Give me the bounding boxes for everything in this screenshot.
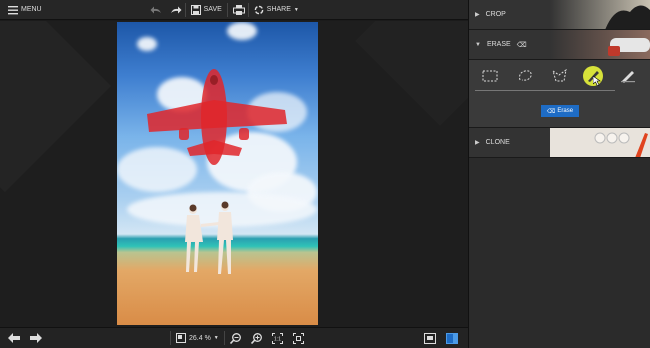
filmstrip-toggle-button[interactable] <box>419 328 441 348</box>
previous-image-button[interactable] <box>0 328 25 348</box>
rectangle-select-icon <box>482 70 498 82</box>
image-canvas[interactable] <box>0 21 468 327</box>
couple-figure <box>185 201 233 274</box>
fit-screen-icon <box>292 332 304 344</box>
share-button[interactable]: SHARE ▼ <box>249 0 304 20</box>
top-toolbar: MENU SAVE SHARE ▼ <box>0 0 468 20</box>
tool-divider <box>475 90 615 91</box>
polygon-select-tool[interactable] <box>549 65 571 87</box>
chevron-down-icon: ▼ <box>293 6 299 13</box>
save-label: SAVE <box>203 6 222 13</box>
right-sidebar: ▶ CROP ▼ ERASE ⌫ ⌫ Erase ▶ CLONE <box>468 0 650 348</box>
menu-button[interactable]: MENU <box>0 0 47 20</box>
crop-label: CROP <box>485 11 506 18</box>
crop-preview-image <box>550 0 650 29</box>
arrow-left-icon <box>8 333 20 343</box>
filmstrip-icon <box>424 332 436 344</box>
menu-label: MENU <box>21 6 42 13</box>
image-frame-icon <box>176 333 186 343</box>
lasso-select-icon <box>519 70 532 81</box>
crop-section-header[interactable]: ▶ CROP <box>469 0 650 30</box>
eraser-brush-tool[interactable] <box>617 65 639 87</box>
chevron-down-icon: ▼ <box>213 335 219 341</box>
share-icon <box>254 5 264 15</box>
actual-size-icon: 1:1 <box>271 332 283 344</box>
svg-text:1:1: 1:1 <box>274 336 281 342</box>
erase-tools-panel: ⌫ Erase <box>469 60 650 128</box>
sidebar-toggle-button[interactable] <box>441 328 468 348</box>
cloud <box>137 37 157 51</box>
erase-button[interactable]: ⌫ Erase <box>541 105 579 117</box>
undo-icon <box>150 5 161 15</box>
save-button[interactable]: SAVE <box>186 0 227 20</box>
eraser-icon: ⌫ <box>546 108 556 115</box>
arrow-right-icon <box>30 333 42 343</box>
floppy-disk-icon <box>190 4 201 15</box>
zoom-value: 26.4 % <box>189 334 211 342</box>
clone-preview-image <box>550 128 650 157</box>
polygon-select-icon <box>552 69 567 82</box>
mouse-cursor-icon <box>593 76 601 86</box>
undo-button[interactable] <box>145 0 165 20</box>
clone-section-header[interactable]: ▶ CLONE <box>469 128 650 158</box>
eraser-brush-icon <box>621 71 635 83</box>
clone-label: CLONE <box>485 139 510 146</box>
erase-button-label: Erase <box>557 108 574 114</box>
zoom-control[interactable]: 26.4 % ▼ <box>171 328 224 348</box>
print-button[interactable] <box>228 0 248 20</box>
share-label: SHARE <box>266 6 291 13</box>
lasso-select-tool[interactable] <box>514 65 536 87</box>
rectangle-select-tool[interactable] <box>479 65 501 87</box>
hamburger-icon <box>8 5 18 15</box>
fit-to-screen-button[interactable] <box>288 328 309 348</box>
sidebar-panel-icon <box>446 332 458 344</box>
redo-button[interactable] <box>165 0 185 20</box>
next-image-button[interactable] <box>25 328 47 348</box>
erase-section-header[interactable]: ▼ ERASE ⌫ <box>469 30 650 60</box>
photo[interactable] <box>117 22 318 325</box>
zoom-in-button[interactable] <box>246 328 267 348</box>
cloud <box>227 22 257 40</box>
erase-preview-image <box>550 30 650 59</box>
eraser-section-icon: ⌫ <box>516 41 527 49</box>
bottom-bar: 26.4 % ▼ 1:1 <box>0 327 468 348</box>
zoom-out-icon <box>229 332 241 344</box>
printer-icon <box>232 4 245 15</box>
redo-icon <box>170 5 182 15</box>
background-decoration <box>355 21 468 126</box>
chevron-right-icon: ▶ <box>475 12 480 18</box>
chevron-down-icon: ▼ <box>475 41 481 48</box>
zoom-out-button[interactable] <box>225 328 246 348</box>
erase-label: ERASE <box>486 41 511 48</box>
zoom-in-icon <box>250 332 262 344</box>
chevron-right-icon: ▶ <box>475 140 480 146</box>
background-decoration <box>0 21 112 193</box>
actual-size-button[interactable]: 1:1 <box>267 328 288 348</box>
